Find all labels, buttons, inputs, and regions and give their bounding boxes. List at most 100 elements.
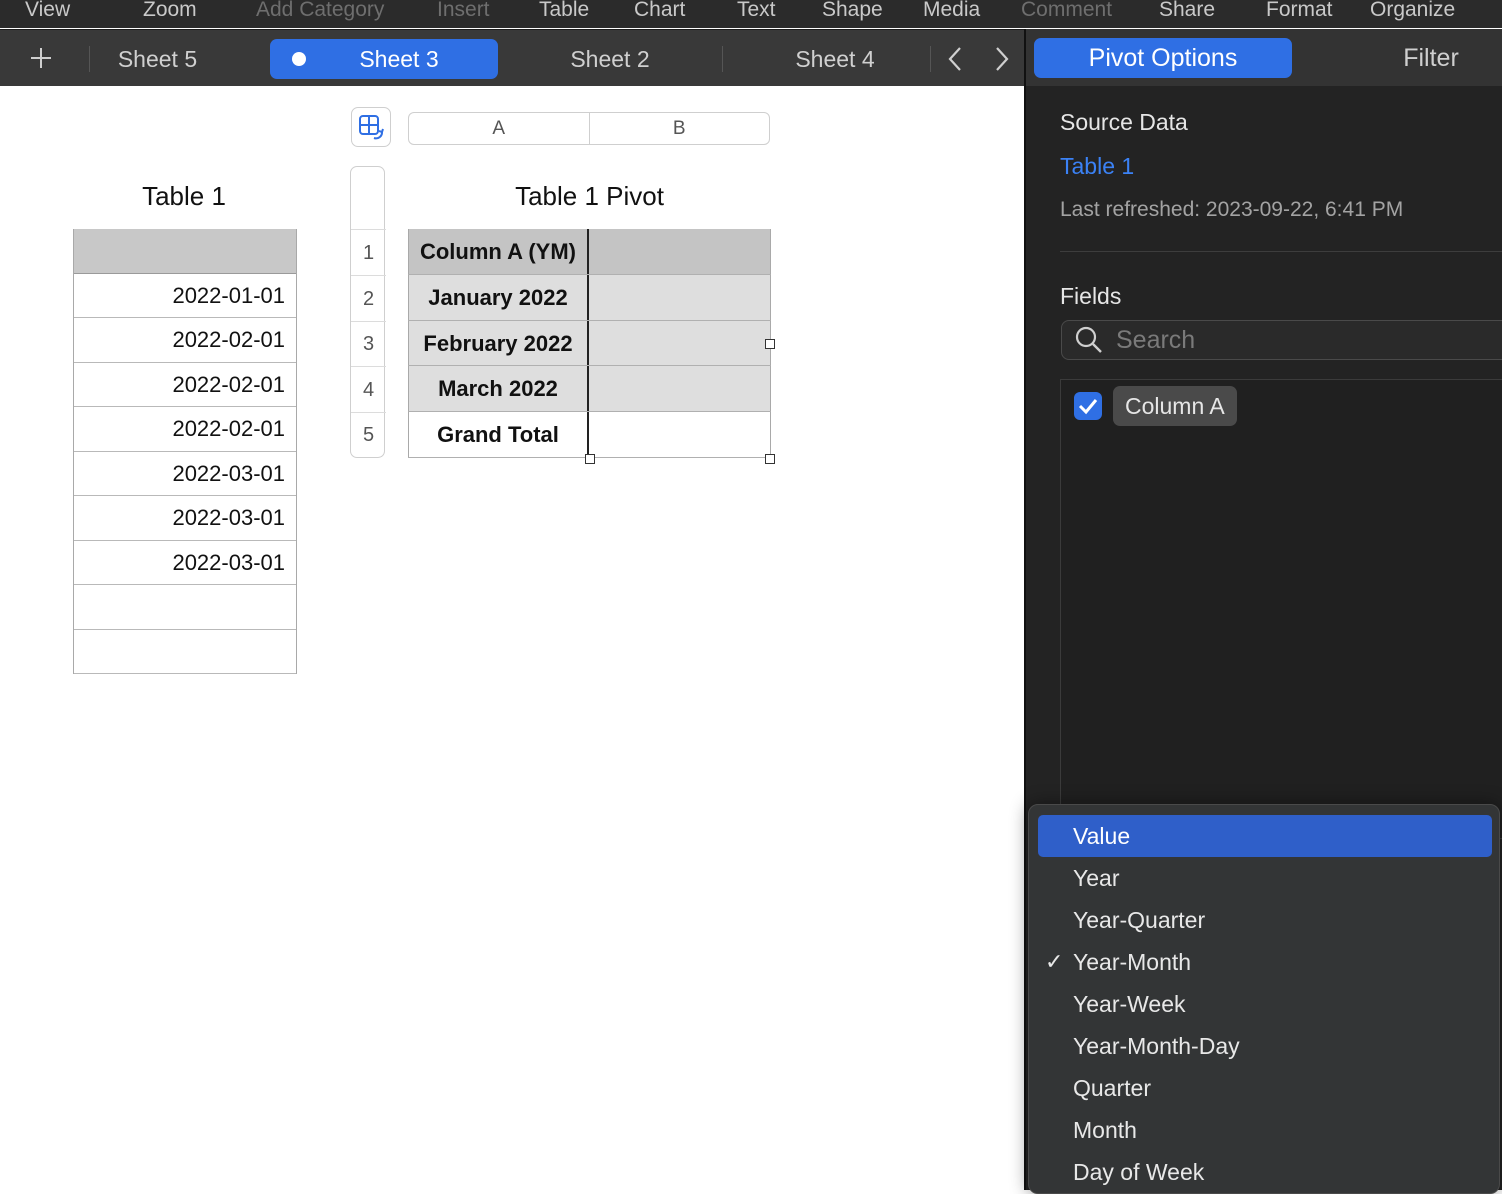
chevron-right-icon xyxy=(996,47,1009,71)
chevron-left-icon xyxy=(948,47,961,71)
sidebar-tabs: Pivot Options Filter xyxy=(1026,29,1502,86)
group-by-menu: Value Year Year-Quarter ✓ Year-Month Year… xyxy=(1028,804,1500,1194)
menu-item-day-of-week[interactable]: Day of Week xyxy=(1038,1151,1492,1193)
pivot-row: January 2022 xyxy=(408,274,771,321)
resize-handle[interactable] xyxy=(765,454,775,464)
table1-cell[interactable]: 2022-03-01 xyxy=(74,452,296,496)
table1-cell[interactable]: 2022-02-01 xyxy=(74,318,296,363)
menu-item-label: Value xyxy=(1073,823,1131,849)
sheet-tab-bar: Sheet 5 Sheet 3 Sheet 2 Sheet 4 xyxy=(0,29,1024,87)
fields-search-input[interactable]: Search xyxy=(1061,320,1502,360)
table1-cell[interactable] xyxy=(74,585,296,630)
column-header-a[interactable]: A xyxy=(409,113,590,144)
toolbar-insert[interactable]: Insert xyxy=(437,0,490,24)
tab-sheet-3[interactable]: Sheet 3 xyxy=(270,39,498,79)
toolbar-add-category[interactable]: Add Category xyxy=(256,0,384,24)
menu-item-year[interactable]: Year xyxy=(1038,857,1492,899)
table1-title[interactable]: Table 1 xyxy=(73,181,295,212)
table-refresh-icon xyxy=(359,115,384,140)
pivot-title[interactable]: Table 1 Pivot xyxy=(408,181,771,212)
tab-sheet-5[interactable]: Sheet 5 xyxy=(90,39,225,79)
toolbar-media[interactable]: Media xyxy=(923,0,980,24)
tab-divider xyxy=(930,46,931,72)
row-number-2[interactable]: 2 xyxy=(351,288,386,311)
tab-divider xyxy=(722,46,723,72)
row-divider xyxy=(351,275,386,276)
pivot-header-row: Column A (YM) xyxy=(408,229,771,275)
pivot-value-cell[interactable] xyxy=(589,320,771,366)
menu-item-label: Year-Week xyxy=(1073,991,1186,1017)
field-item-column-a[interactable]: Column A xyxy=(1113,386,1237,426)
toolbar-format[interactable]: Format xyxy=(1266,0,1333,24)
toolbar-chart[interactable]: Chart xyxy=(634,0,685,24)
pivot-row: February 2022 xyxy=(408,320,771,367)
menu-item-year-week[interactable]: Year-Week xyxy=(1038,983,1492,1025)
scroll-tabs-left-button[interactable] xyxy=(938,40,972,78)
column-header-b[interactable]: B xyxy=(590,113,770,144)
menu-item-label: Year-Month-Day xyxy=(1073,1033,1240,1059)
scroll-tabs-right-button[interactable] xyxy=(985,40,1019,78)
add-sheet-button[interactable] xyxy=(24,39,58,77)
row-divider xyxy=(351,412,386,413)
table1-cell[interactable]: 2022-01-01 xyxy=(74,274,296,318)
column-header-bar: A B xyxy=(408,112,770,145)
row-number-4[interactable]: 4 xyxy=(351,379,386,402)
pivot-total-row: Grand Total xyxy=(408,412,771,458)
table1-cell[interactable]: 2022-03-01 xyxy=(74,541,296,585)
table1-cell[interactable]: 2022-03-01 xyxy=(74,496,296,541)
toolbar-view[interactable]: View xyxy=(25,0,70,24)
toolbar-zoom[interactable]: Zoom xyxy=(143,0,197,24)
menu-item-label: Year-Month xyxy=(1073,949,1192,975)
pivot-header-cell-b[interactable] xyxy=(589,229,771,274)
pivot-header-cell[interactable]: Column A (YM) xyxy=(408,229,589,274)
row-divider xyxy=(351,229,386,230)
pivot-row: March 2022 xyxy=(408,366,771,413)
toolbar-comment[interactable]: Comment xyxy=(1021,0,1112,24)
toolbar-organize[interactable]: Organize xyxy=(1370,0,1455,24)
toolbar-table[interactable]: Table xyxy=(539,0,589,24)
table1-header-row[interactable] xyxy=(74,229,296,274)
pivot-total-label[interactable]: Grand Total xyxy=(408,412,589,457)
toolbar-shape[interactable]: Shape xyxy=(822,0,883,24)
search-icon xyxy=(1075,326,1102,353)
row-number-1[interactable]: 1 xyxy=(351,242,386,265)
pivot-total-value[interactable] xyxy=(589,412,771,457)
select-table-button[interactable] xyxy=(351,107,391,147)
table1-cell[interactable] xyxy=(74,630,296,674)
menu-item-label: Year-Quarter xyxy=(1073,907,1206,933)
menu-item-year-month[interactable]: ✓ Year-Month xyxy=(1038,941,1492,983)
source-data-link[interactable]: Table 1 xyxy=(1060,153,1134,180)
divider xyxy=(1060,251,1502,252)
row-number-5[interactable]: 5 xyxy=(351,424,386,447)
tab-filter[interactable]: Filter xyxy=(1376,38,1486,78)
search-placeholder: Search xyxy=(1116,326,1196,354)
row-divider xyxy=(351,366,386,367)
pivot-table[interactable]: Column A (YM) January 2022 February 2022… xyxy=(408,229,771,458)
toolbar-share[interactable]: Share xyxy=(1159,0,1215,24)
toolbar-text[interactable]: Text xyxy=(737,0,776,24)
tab-sheet-4[interactable]: Sheet 4 xyxy=(765,39,905,79)
resize-handle[interactable] xyxy=(765,339,775,349)
row-number-3[interactable]: 3 xyxy=(351,333,386,356)
resize-handle[interactable] xyxy=(585,454,595,464)
menu-item-month[interactable]: Month xyxy=(1038,1109,1492,1151)
tab-pivot-options[interactable]: Pivot Options xyxy=(1034,38,1292,78)
fields-label: Fields xyxy=(1060,283,1122,309)
fields-list: Column A xyxy=(1060,379,1502,839)
table1-cell[interactable]: 2022-02-01 xyxy=(74,363,296,407)
field-checkbox[interactable] xyxy=(1074,392,1102,420)
pivot-value-cell[interactable] xyxy=(589,366,771,412)
table1[interactable]: 2022-01-01 2022-02-01 2022-02-01 2022-02… xyxy=(73,229,297,674)
tab-sheet-2[interactable]: Sheet 2 xyxy=(540,39,680,79)
pivot-row-label[interactable]: February 2022 xyxy=(408,320,589,366)
pivot-row-label[interactable]: January 2022 xyxy=(408,274,589,320)
menu-item-year-quarter[interactable]: Year-Quarter xyxy=(1038,899,1492,941)
table1-cell[interactable]: 2022-02-01 xyxy=(74,407,296,452)
menu-item-year-month-day[interactable]: Year-Month-Day xyxy=(1038,1025,1492,1067)
menu-item-label: Month xyxy=(1073,1117,1137,1143)
pivot-value-cell[interactable] xyxy=(589,274,771,320)
menu-item-value[interactable]: Value xyxy=(1038,815,1492,857)
pivot-row-label[interactable]: March 2022 xyxy=(408,366,589,412)
menu-item-quarter[interactable]: Quarter xyxy=(1038,1067,1492,1109)
toolbar: View Zoom Add Category Insert Table Char… xyxy=(0,0,1502,28)
